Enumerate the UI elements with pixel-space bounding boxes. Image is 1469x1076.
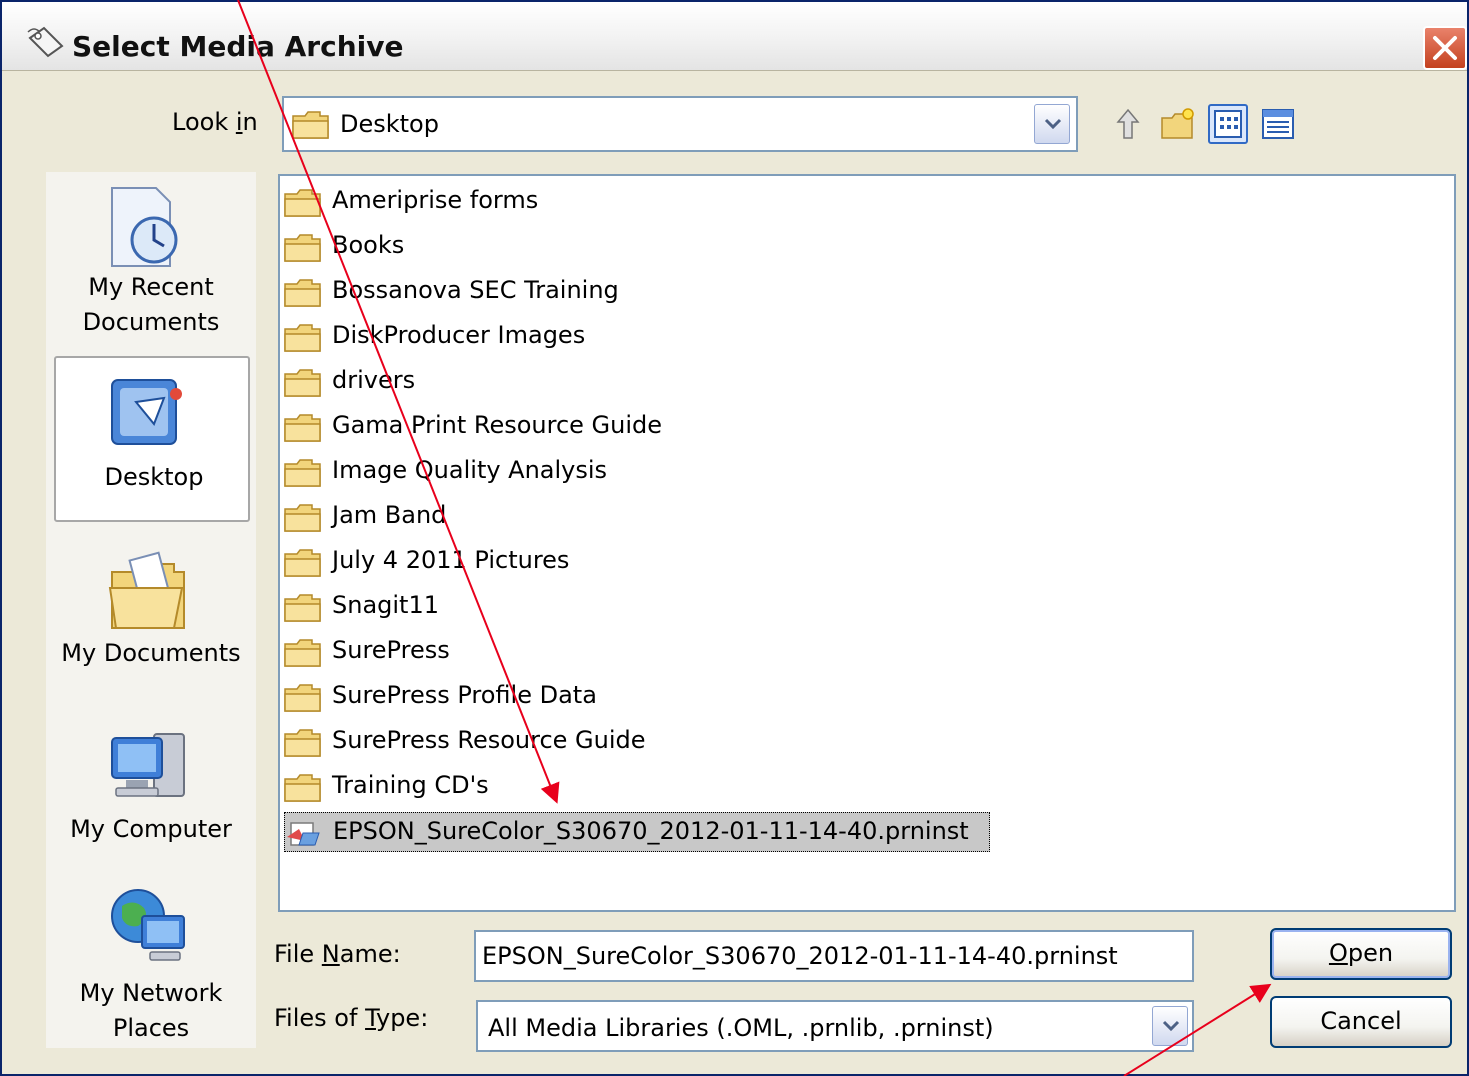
file-name: Snagit11 bbox=[332, 591, 440, 619]
file-type-label: Files of Type: bbox=[274, 1004, 429, 1032]
file-type-dropdown[interactable]: All Media Libraries (.OML, .prnlib, .prn… bbox=[476, 1000, 1194, 1052]
look-in-label: Look in bbox=[172, 108, 258, 136]
file-name: Gama Print Resource Guide bbox=[332, 411, 663, 439]
close-icon bbox=[1433, 36, 1457, 60]
my-computer-icon bbox=[104, 724, 194, 818]
title-bar[interactable]: Select Media Archive bbox=[2, 2, 1467, 71]
folder-icon bbox=[284, 323, 322, 357]
folder-list-item[interactable]: drivers bbox=[284, 362, 764, 402]
folder-icon bbox=[284, 593, 322, 627]
place-label: My Documents bbox=[61, 639, 241, 667]
folder-list-item[interactable]: Jam Band bbox=[284, 497, 764, 537]
archive-tag-icon bbox=[26, 24, 66, 60]
file-name: SurePress Profile Data bbox=[332, 681, 597, 709]
folder-icon bbox=[284, 548, 322, 582]
new-folder-icon bbox=[1161, 108, 1194, 139]
folder-icon bbox=[292, 110, 330, 144]
file-name: Books bbox=[332, 231, 405, 259]
folder-list-item[interactable]: Training CD's bbox=[284, 767, 764, 807]
file-list-item[interactable]: EPSON_SureColor_S30670_2012-01-11-14-40.… bbox=[284, 812, 990, 852]
chevron-down-icon bbox=[1044, 118, 1062, 130]
file-name: July 4 2011 Pictures bbox=[332, 546, 570, 574]
up-arrow-icon bbox=[1116, 108, 1140, 139]
place-my-documents[interactable]: My Documents bbox=[46, 542, 256, 692]
folder-icon bbox=[284, 233, 322, 267]
up-one-level-button[interactable] bbox=[1108, 104, 1148, 144]
file-type-dropdown-button[interactable] bbox=[1152, 1006, 1188, 1046]
file-name: Bossanova SEC Training bbox=[332, 276, 619, 304]
look-in-dropdown[interactable]: Desktop bbox=[282, 96, 1078, 152]
place-label: My Computer bbox=[70, 815, 232, 843]
close-button[interactable] bbox=[1423, 26, 1467, 70]
folder-list-item[interactable]: Image Quality Analysis bbox=[284, 452, 764, 492]
place-label: My Recent bbox=[88, 273, 214, 301]
file-name-value: EPSON_SureColor_S30670_2012-01-11-14-40.… bbox=[482, 942, 1118, 970]
file-name: SurePress bbox=[332, 636, 450, 664]
look-in-value: Desktop bbox=[340, 110, 439, 138]
file-name: SurePress Resource Guide bbox=[332, 726, 646, 754]
select-media-archive-dialog: Select Media Archive Look in Desktop My … bbox=[0, 0, 1469, 1076]
file-name: Jam Band bbox=[332, 501, 447, 529]
details-view-button[interactable] bbox=[1258, 104, 1298, 144]
folder-list-item[interactable]: Bossanova SEC Training bbox=[284, 272, 764, 312]
folder-icon bbox=[284, 773, 322, 807]
file-name: DiskProducer Images bbox=[332, 321, 586, 349]
file-type-value: All Media Libraries (.OML, .prnlib, .prn… bbox=[488, 1014, 994, 1042]
file-name: Training CD's bbox=[332, 771, 489, 799]
desktop-icon bbox=[106, 372, 196, 462]
file-name: Image Quality Analysis bbox=[332, 456, 608, 484]
place-label: My Network bbox=[79, 979, 223, 1007]
folder-icon bbox=[284, 278, 322, 312]
folder-icon bbox=[284, 638, 322, 672]
folder-list-item[interactable]: July 4 2011 Pictures bbox=[284, 542, 764, 582]
place-label: Desktop bbox=[104, 463, 204, 491]
folder-list-item[interactable]: SurePress Profile Data bbox=[284, 677, 764, 717]
folder-icon bbox=[284, 728, 322, 762]
list-view-button[interactable] bbox=[1208, 104, 1248, 144]
place-label: Documents bbox=[82, 308, 220, 336]
place-desktop[interactable]: Desktop bbox=[54, 356, 250, 522]
my-documents-icon bbox=[104, 548, 194, 642]
look-in-dropdown-button[interactable] bbox=[1034, 104, 1070, 144]
list-view-icon bbox=[1214, 110, 1242, 138]
place-my-recent-documents[interactable]: My Recent Documents bbox=[46, 176, 256, 346]
place-my-network-places[interactable]: My Network Places bbox=[46, 880, 256, 1048]
folder-list-item[interactable]: SurePress bbox=[284, 632, 764, 672]
open-button[interactable]: Open bbox=[1270, 928, 1452, 980]
folder-list-item[interactable]: Gama Print Resource Guide bbox=[284, 407, 764, 447]
folder-list-item[interactable]: DiskProducer Images bbox=[284, 317, 764, 357]
file-name: Ameriprise forms bbox=[332, 186, 539, 214]
file-name: drivers bbox=[332, 366, 416, 394]
folder-icon bbox=[284, 368, 322, 402]
network-places-icon bbox=[104, 882, 194, 976]
recent-documents-icon bbox=[104, 182, 194, 276]
place-my-computer[interactable]: My Computer bbox=[46, 720, 256, 870]
folder-list-item[interactable]: Books bbox=[284, 227, 764, 267]
folder-list-item[interactable]: Snagit11 bbox=[284, 587, 764, 627]
folder-icon bbox=[284, 503, 322, 537]
file-list[interactable]: Ameriprise forms Books Bossanova SEC Train… bbox=[278, 174, 1456, 912]
file-name: EPSON_SureColor_S30670_2012-01-11-14-40.… bbox=[333, 817, 969, 845]
folder-icon bbox=[284, 188, 322, 222]
folder-icon bbox=[284, 683, 322, 717]
details-view-icon bbox=[1262, 109, 1294, 139]
cancel-button[interactable]: Cancel bbox=[1270, 996, 1452, 1048]
window-title: Select Media Archive bbox=[72, 30, 404, 63]
folder-icon bbox=[284, 458, 322, 492]
file-name-input[interactable]: EPSON_SureColor_S30670_2012-01-11-14-40.… bbox=[474, 930, 1194, 982]
places-bar: My Recent Documents Desktop My Documents… bbox=[46, 172, 256, 1048]
file-name-label: File Name: bbox=[274, 940, 401, 968]
folder-icon bbox=[284, 413, 322, 447]
place-label: Places bbox=[112, 1014, 190, 1042]
chevron-down-icon bbox=[1162, 1020, 1180, 1032]
media-archive-file-icon bbox=[285, 819, 323, 853]
folder-list-item[interactable]: Ameriprise forms bbox=[284, 182, 764, 222]
folder-list-item[interactable]: SurePress Resource Guide bbox=[284, 722, 764, 762]
new-folder-button[interactable] bbox=[1158, 104, 1198, 144]
